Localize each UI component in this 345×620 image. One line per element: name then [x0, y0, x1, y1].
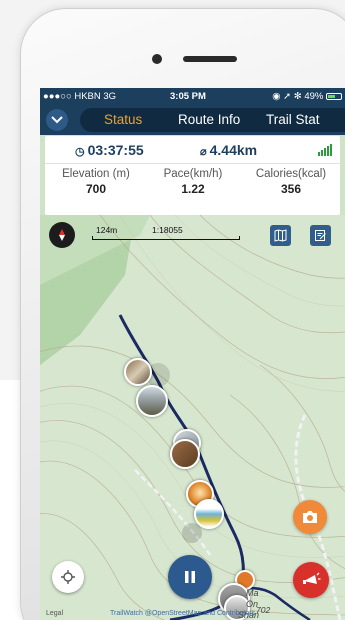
app-screen: 702 ●●●○○ HKBN 3G 3:05 PM ◉ ➚ ✻ 49% Stat…	[40, 88, 345, 620]
pause-button[interactable]	[168, 555, 212, 599]
scale-ratio: 1:18055	[152, 225, 183, 235]
elevation-value: 700	[85, 182, 107, 196]
earpiece-speaker	[183, 56, 237, 62]
scale-distance: 124m	[96, 225, 118, 235]
front-camera	[152, 54, 162, 64]
note-button[interactable]	[310, 225, 331, 246]
photo-marker[interactable]	[194, 499, 224, 529]
distance-stat: ⌀ 4.44km	[200, 142, 257, 158]
duration-value: 03:37:55	[87, 142, 144, 158]
clock-icon: ◷	[75, 146, 85, 158]
camera-icon	[303, 511, 317, 523]
map-attribution: Legal TrailWatch @OpenStreetMap and Cont…	[40, 608, 345, 620]
pace-metric: Pace(km/h) 1.22	[153, 168, 233, 196]
compass-icon[interactable]	[49, 222, 75, 248]
tab-route-info[interactable]: Route Info	[178, 111, 240, 129]
tab-bar: Status Route Info Trail Stat	[80, 108, 345, 132]
duration-stat: ◷ 03:37:55	[75, 142, 144, 158]
peak-name-label-1: Ma	[246, 588, 259, 598]
tab-status[interactable]: Status	[104, 111, 142, 129]
primary-stats-row: ◷ 03:37:55 ⌀ 4.44km	[45, 136, 340, 164]
photo-marker[interactable]	[124, 358, 152, 386]
screenshot-stage: 702 ●●●○○ HKBN 3G 3:05 PM ◉ ➚ ✻ 49% Stat…	[0, 0, 345, 620]
calories-label: Calories(kcal)	[255, 168, 327, 180]
app-header: ●●●○○ HKBN 3G 3:05 PM ◉ ➚ ✻ 49% Status R…	[40, 88, 345, 135]
signal-icon	[318, 144, 332, 156]
locate-button[interactable]	[52, 561, 84, 593]
legal-link[interactable]: Legal	[46, 610, 63, 617]
calories-metric: Calories(kcal) 356	[245, 168, 337, 196]
ruler-icon: ⌀	[200, 146, 207, 158]
calories-value: 356	[280, 182, 302, 196]
clock-label: 3:05 PM	[170, 91, 206, 102]
ios-status-bar: ●●●○○ HKBN 3G 3:05 PM ◉ ➚ ✻ 49%	[40, 88, 345, 104]
tracking-info-panel: ◷ 03:37:55 ⌀ 4.44km Elevation (m) 700 Pace…	[45, 136, 340, 215]
map-type-button[interactable]	[270, 225, 291, 246]
chevron-down-icon	[51, 116, 63, 124]
battery-text: ◉ ➚ ✻ 49%	[272, 91, 324, 102]
locate-icon	[61, 570, 75, 584]
collapse-menu-button[interactable]	[46, 109, 68, 131]
edit-note-icon	[315, 230, 326, 241]
photo-marker[interactable]	[170, 439, 200, 469]
tab-trail-stat[interactable]: Trail Stat	[266, 111, 320, 129]
alarm-icon	[303, 572, 321, 584]
scale-bar	[92, 236, 240, 240]
camera-button[interactable]	[293, 500, 327, 534]
battery-icon	[326, 93, 342, 100]
carrier-label: ●●●○○ HKBN 3G	[43, 91, 117, 102]
distance-value: 4.44km	[209, 142, 258, 158]
sos-alarm-button[interactable]	[293, 562, 329, 598]
pace-label: Pace(km/h)	[163, 168, 223, 180]
elevation-metric: Elevation (m) 700	[53, 168, 139, 196]
osm-attribution-link[interactable]: TrailWatch @OpenStreetMap and Contributo…	[110, 610, 255, 617]
pause-icon	[185, 571, 195, 583]
battery-status: ◉ ➚ ✻ 49%	[272, 91, 342, 102]
elevation-label: Elevation (m)	[62, 168, 130, 180]
pace-value: 1.22	[181, 182, 205, 196]
map-icon	[274, 229, 287, 242]
photo-marker[interactable]	[136, 385, 168, 417]
